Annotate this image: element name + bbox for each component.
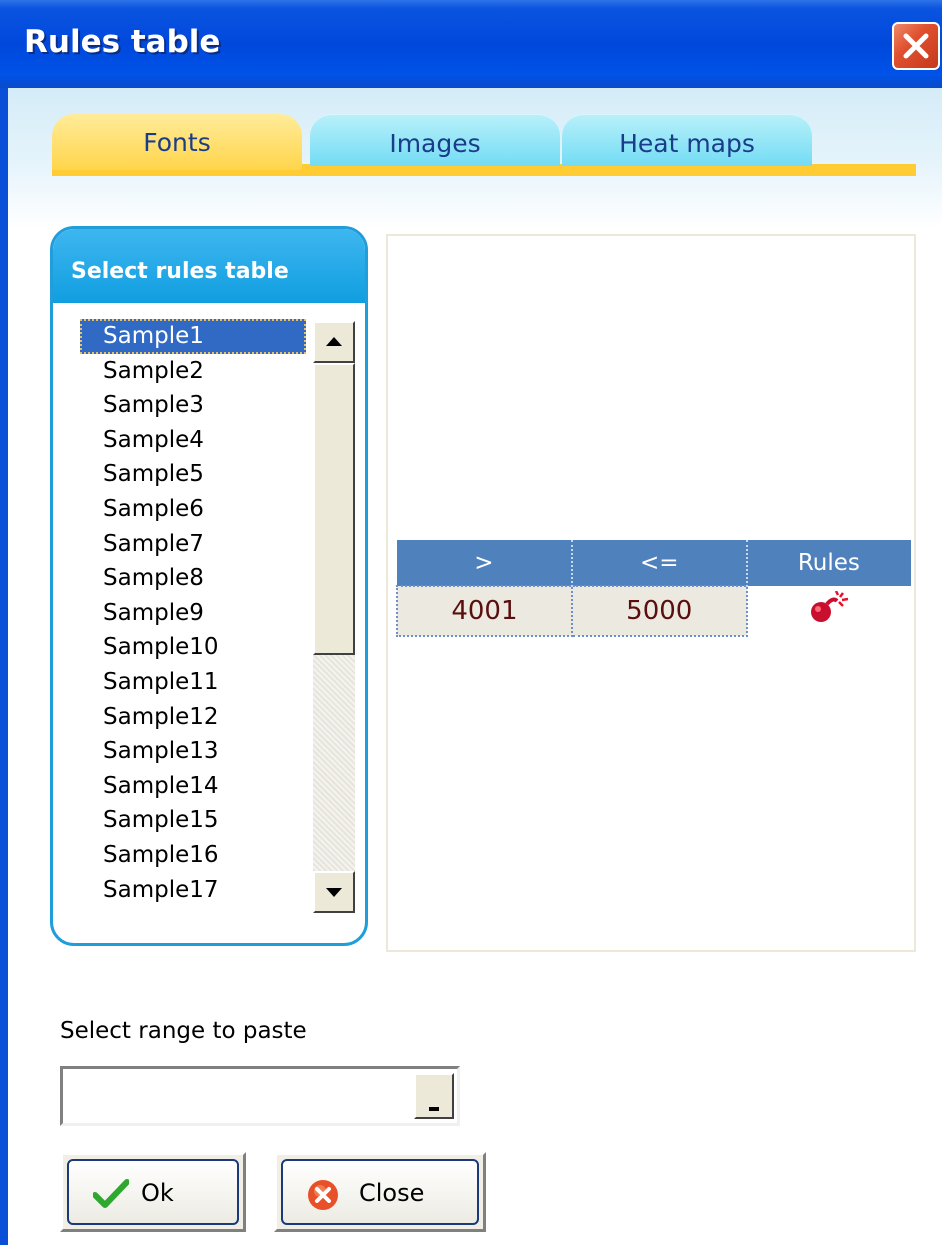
- tab-heat-maps[interactable]: Heat maps: [562, 114, 812, 166]
- list-item[interactable]: Sample7: [77, 527, 339, 562]
- panel-title: Select rules table: [53, 229, 365, 303]
- list-item[interactable]: Sample17: [77, 873, 339, 908]
- list-item[interactable]: Sample6: [77, 492, 339, 527]
- rules-table-list[interactable]: Sample1 Sample2 Sample3 Sample4 Sample5 Sampl…: [77, 319, 339, 915]
- header-less-equal[interactable]: <=: [571, 540, 748, 586]
- window-title: Rules table: [24, 24, 221, 60]
- list-item[interactable]: Sample9: [77, 596, 339, 631]
- scroll-thumb[interactable]: [313, 363, 355, 655]
- rules-preview: > <= Rules 4001 5000: [386, 234, 916, 952]
- header-greater-than[interactable]: >: [397, 540, 573, 586]
- collapse-icon: [429, 1107, 439, 1111]
- tab-fonts[interactable]: Fonts: [52, 114, 302, 170]
- bomb-icon: [811, 589, 849, 622]
- list-item[interactable]: Sample3: [77, 388, 339, 423]
- ok-button[interactable]: Ok: [60, 1152, 246, 1232]
- rules-table-panel: Select rules table Sample1 Sample2 Sample3…: [50, 226, 368, 946]
- title-bar[interactable]: Rules table: [0, 0, 942, 88]
- cell-greater-than[interactable]: 4001: [396, 585, 573, 637]
- window-close-button[interactable]: [892, 22, 940, 70]
- range-input[interactable]: [60, 1066, 460, 1126]
- rules-table-dialog: Rules table Fonts Images Heat maps Selec…: [0, 0, 942, 1245]
- checkmark-icon: [93, 1179, 129, 1208]
- cell-less-equal[interactable]: 5000: [570, 585, 748, 637]
- range-picker-button[interactable]: [414, 1073, 454, 1119]
- scroll-down-button[interactable]: [313, 871, 355, 913]
- close-button[interactable]: Close: [274, 1152, 486, 1232]
- list-item[interactable]: Sample15: [77, 803, 339, 838]
- list-item[interactable]: Sample13: [77, 734, 339, 769]
- cell-rule[interactable]: [746, 586, 911, 636]
- close-button-face: Close: [281, 1159, 479, 1225]
- list-item[interactable]: Sample10: [77, 630, 339, 665]
- window-border: [0, 88, 8, 1245]
- list-item[interactable]: Sample4: [77, 423, 339, 458]
- arrow-down-icon: [326, 888, 342, 897]
- rules-header-row: > <= Rules: [397, 540, 911, 586]
- list-item[interactable]: Sample8: [77, 561, 339, 596]
- list-item[interactable]: Sample16: [77, 838, 339, 873]
- list-scrollbar[interactable]: [313, 321, 355, 913]
- header-rules[interactable]: Rules: [746, 540, 911, 586]
- range-label: Select range to paste: [60, 1018, 307, 1044]
- tab-images[interactable]: Images: [310, 114, 560, 166]
- list-item[interactable]: Sample11: [77, 665, 339, 700]
- table-row: 4001 5000: [396, 585, 911, 637]
- list-item[interactable]: Sample5: [77, 457, 339, 492]
- rules-grid: > <= Rules 4001 5000: [396, 540, 912, 637]
- tab-label: Heat maps: [619, 129, 755, 158]
- arrow-up-icon: [326, 337, 342, 346]
- list-item[interactable]: Sample14: [77, 769, 339, 804]
- close-icon: [903, 33, 929, 59]
- ok-button-face: Ok: [67, 1159, 239, 1225]
- list-item[interactable]: Sample1: [80, 319, 306, 354]
- tab-label: Images: [389, 129, 481, 158]
- list-item[interactable]: Sample2: [77, 354, 339, 389]
- cancel-icon: [308, 1180, 338, 1210]
- close-label: Close: [359, 1179, 425, 1207]
- scroll-up-button[interactable]: [313, 321, 355, 363]
- list-item[interactable]: Sample12: [77, 700, 339, 735]
- tab-label: Fonts: [143, 128, 211, 157]
- ok-label: Ok: [141, 1179, 174, 1207]
